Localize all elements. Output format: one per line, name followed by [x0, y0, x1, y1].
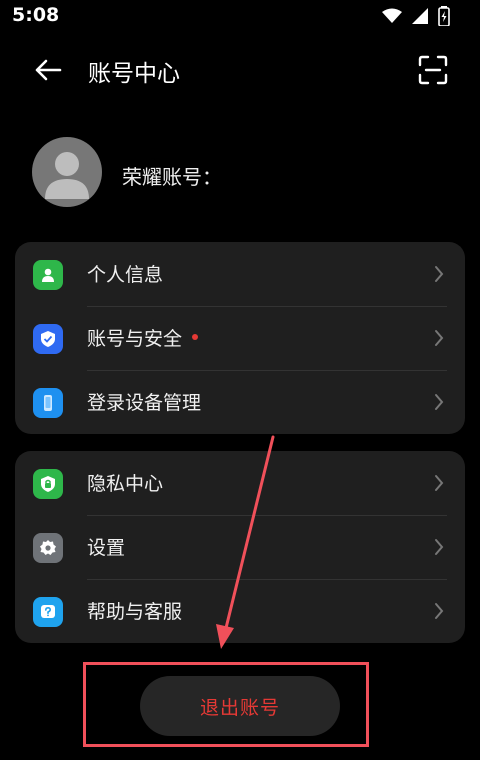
menu-item-account-security[interactable]: 账号与安全: [15, 306, 465, 370]
battery-charging-icon: [438, 6, 450, 30]
phone-device-icon: [33, 388, 63, 418]
menu-item-settings[interactable]: 设置: [15, 515, 465, 579]
back-button[interactable]: [30, 54, 66, 86]
menu-item-privacy-center[interactable]: 隐私中心: [15, 451, 465, 515]
back-arrow-icon: [35, 59, 62, 81]
chevron-right-icon: [435, 603, 444, 619]
wifi-icon: [382, 8, 402, 28]
gear-icon: [33, 533, 63, 563]
scan-icon: [418, 55, 448, 85]
person-card-icon: [33, 260, 63, 290]
logout-button[interactable]: 退出账号: [140, 676, 340, 736]
menu-item-device-management[interactable]: 登录设备管理: [15, 370, 465, 434]
avatar[interactable]: [32, 137, 102, 207]
menu-item-label: 设置: [87, 537, 126, 559]
profile-section[interactable]: 荣耀账号：: [32, 137, 452, 209]
menu-item-label: 登录设备管理: [87, 392, 202, 414]
signal-icon: [412, 8, 428, 28]
shield-check-icon: [33, 324, 63, 354]
menu-item-label: 账号与安全: [87, 328, 183, 350]
menu-item-label: 帮助与客服: [87, 601, 183, 623]
question-icon: [33, 597, 63, 627]
account-settings-group: 个人信息 账号与安全 登录设备管理: [15, 242, 465, 434]
chevron-right-icon: [435, 475, 444, 491]
menu-item-label: 隐私中心: [87, 473, 164, 495]
lock-shield-icon: [33, 469, 63, 499]
logout-label: 退出账号: [199, 696, 280, 719]
header-bar: 账号中心: [0, 40, 480, 100]
status-bar: 5:08: [0, 0, 480, 32]
chevron-right-icon: [435, 266, 444, 282]
account-label: 荣耀账号：: [122, 165, 222, 189]
chevron-right-icon: [435, 539, 444, 555]
menu-item-help-support[interactable]: 帮助与客服: [15, 579, 465, 643]
chevron-right-icon: [435, 394, 444, 410]
page-title: 账号中心: [88, 61, 180, 87]
menu-item-personal-info[interactable]: 个人信息: [15, 242, 465, 306]
status-time: 5:08: [12, 4, 60, 26]
notification-dot: [192, 333, 199, 340]
scan-button[interactable]: [414, 52, 452, 88]
menu-item-label-with-badge: 账号与安全: [87, 324, 199, 351]
chevron-right-icon: [435, 330, 444, 346]
general-settings-group: 隐私中心 设置 帮助与客服: [15, 451, 465, 643]
menu-item-label: 个人信息: [87, 264, 164, 286]
default-avatar-icon: [45, 152, 89, 199]
status-icons: [382, 6, 450, 30]
